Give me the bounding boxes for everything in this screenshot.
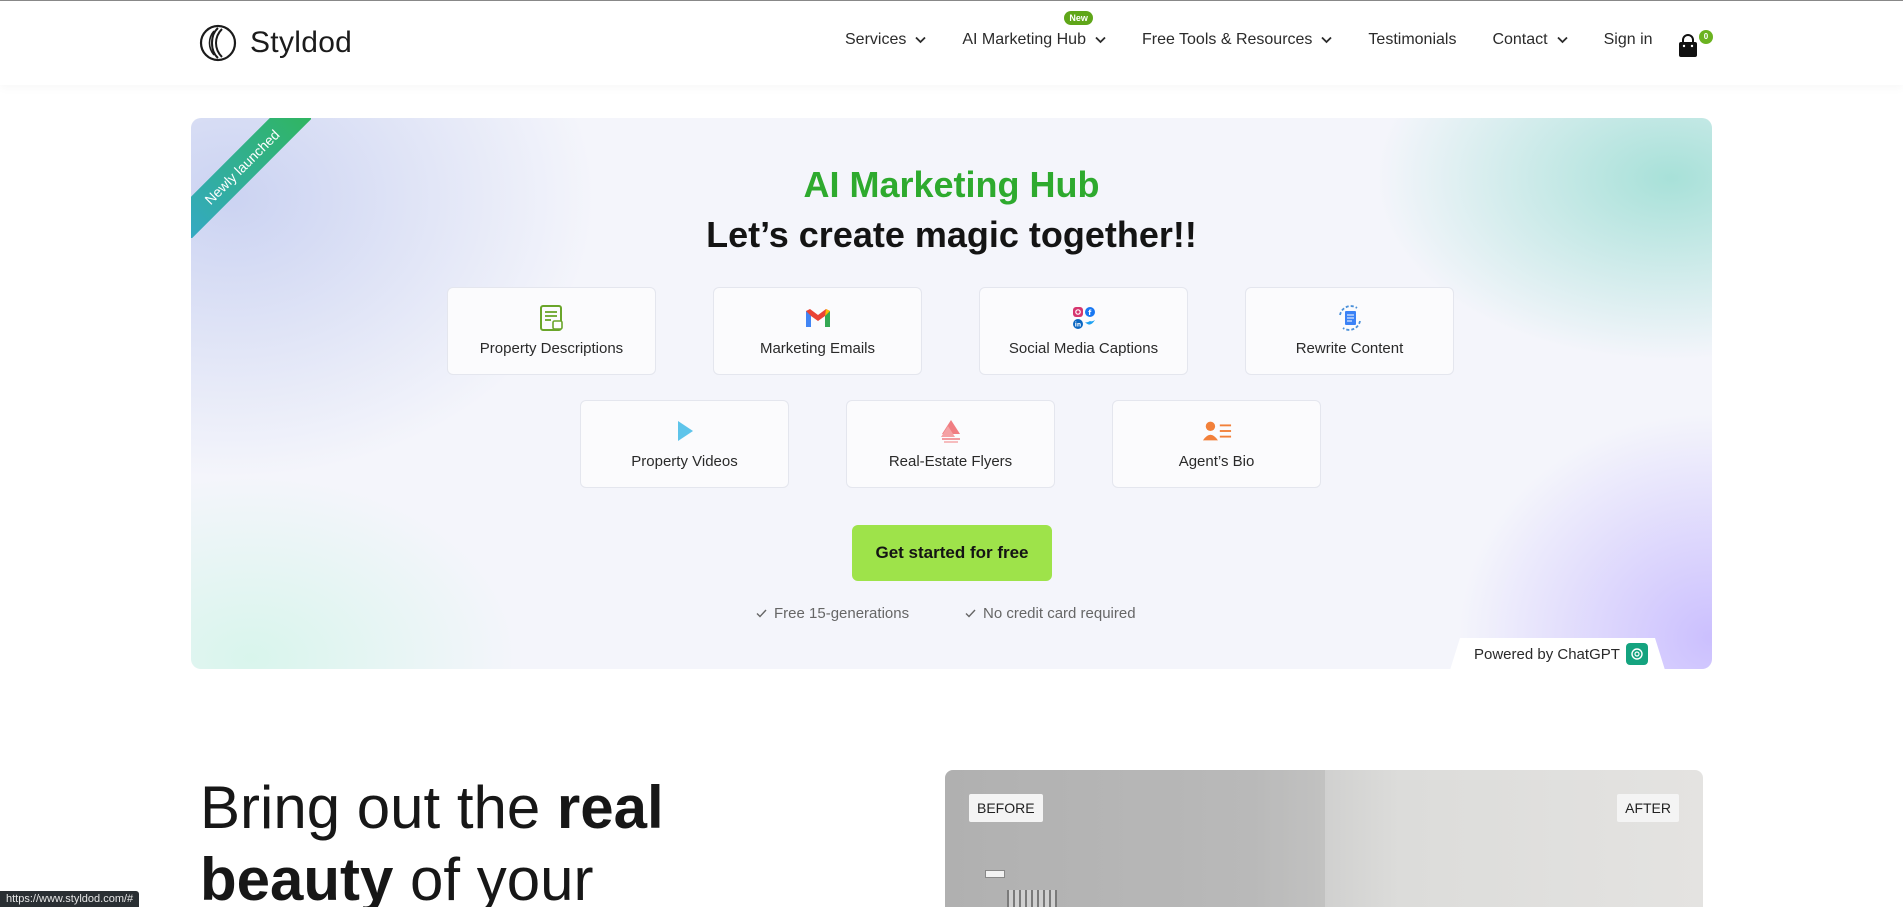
tile-label: Property Videos	[631, 453, 738, 470]
nav-free-tools-label: Free Tools & Resources	[1141, 31, 1313, 48]
tile-label: Social Media Captions	[1008, 340, 1159, 357]
brand-logo[interactable]: Styldod	[198, 23, 352, 63]
flyer-icon	[936, 417, 966, 445]
tile-label: Real-Estate Flyers	[888, 453, 1013, 470]
nav-contact[interactable]: Contact	[1492, 31, 1568, 49]
before-after-image[interactable]: BEFORE AFTER	[945, 770, 1703, 907]
before-label: BEFORE	[969, 794, 1043, 822]
chevron-down-icon	[1095, 36, 1106, 44]
svg-text:in: in	[1074, 322, 1080, 329]
benefit-free-generations: Free 15-generations	[756, 605, 909, 622]
ceiling-fixture	[985, 870, 1005, 878]
document-icon	[537, 304, 567, 332]
cart-count-badge: 0	[1699, 30, 1713, 44]
shopping-bag-icon[interactable]	[1676, 33, 1700, 59]
tile-marketing-emails[interactable]: Marketing Emails	[713, 287, 922, 375]
gmail-icon	[803, 304, 833, 332]
nav-services-label: Services	[845, 31, 907, 48]
headline-emphasis: real	[556, 774, 664, 841]
rewrite-icon	[1335, 304, 1365, 332]
styldod-logo-icon	[199, 24, 237, 62]
agent-bio-icon	[1202, 417, 1232, 445]
hero-subtitle: Let’s create magic together!!	[706, 214, 1197, 255]
get-started-button[interactable]: Get started for free	[852, 525, 1052, 581]
benefit-no-credit-card: No credit card required	[965, 605, 1136, 622]
headline-emphasis: beauty	[200, 846, 394, 907]
showcase-headline: Bring out the real beauty of your	[200, 772, 664, 907]
main-nav: Services AI Marketing Hub New Free Tools…	[845, 11, 1689, 49]
nav-testimonials[interactable]: Testimonials	[1368, 31, 1456, 49]
nav-free-tools[interactable]: Free Tools & Resources	[1141, 31, 1333, 49]
tile-property-descriptions[interactable]: Property Descriptions	[447, 287, 656, 375]
tile-label: Property Descriptions	[479, 340, 624, 357]
tile-label: Agent’s Bio	[1178, 453, 1255, 470]
brand-name: Styldod	[250, 26, 353, 59]
new-badge: New	[1064, 11, 1093, 25]
nav-sign-in-label: Sign in	[1603, 31, 1653, 48]
nav-ai-marketing-hub[interactable]: AI Marketing Hub New	[962, 11, 1106, 49]
tile-label: Marketing Emails	[759, 340, 876, 357]
tile-agents-bio[interactable]: Agent’s Bio	[1112, 400, 1321, 488]
tile-social-media-captions[interactable]: f in Social Media Captions	[979, 287, 1188, 375]
chatgpt-icon	[1625, 643, 1648, 665]
nav-contact-label: Contact	[1492, 31, 1548, 48]
link-status-bar: https://www.styldod.com/#	[0, 891, 140, 907]
ai-marketing-hub-hero: Newly launched AI Marketing Hub Let’s cr…	[191, 118, 1712, 669]
chevron-down-icon	[915, 36, 926, 44]
checkmark-icon	[965, 609, 976, 618]
powered-by-chatgpt: Powered by ChatGPT	[1450, 638, 1665, 669]
tile-real-estate-flyers[interactable]: Real-Estate Flyers	[846, 400, 1055, 488]
headline-part: Bring out the	[200, 774, 557, 841]
benefit-label: No credit card required	[983, 605, 1136, 622]
wall-vent	[1007, 890, 1057, 907]
nav-ai-marketing-hub-label: AI Marketing Hub	[962, 31, 1086, 48]
tile-property-videos[interactable]: Property Videos	[580, 400, 789, 488]
chevron-down-icon	[1321, 36, 1333, 44]
nav-testimonials-label: Testimonials	[1368, 31, 1457, 48]
after-label: AFTER	[1617, 794, 1679, 822]
site-header: Styldod Services AI Marketing Hub New Fr…	[0, 1, 1903, 85]
hero-title: AI Marketing Hub	[803, 164, 1100, 205]
tile-rewrite-content[interactable]: Rewrite Content	[1245, 287, 1454, 375]
benefit-label: Free 15-generations	[774, 605, 910, 622]
powered-by-label: Powered by ChatGPT	[1474, 645, 1620, 663]
chevron-down-icon	[1556, 36, 1568, 44]
nav-services[interactable]: Services	[845, 31, 926, 49]
headline-part: of your	[393, 846, 594, 907]
nav-sign-in[interactable]: Sign in	[1604, 31, 1653, 49]
tile-label: Rewrite Content	[1295, 340, 1404, 357]
checkmark-icon	[756, 609, 767, 618]
social-media-icon: f in	[1069, 304, 1099, 332]
play-icon	[670, 417, 700, 445]
before-half	[945, 770, 1325, 907]
